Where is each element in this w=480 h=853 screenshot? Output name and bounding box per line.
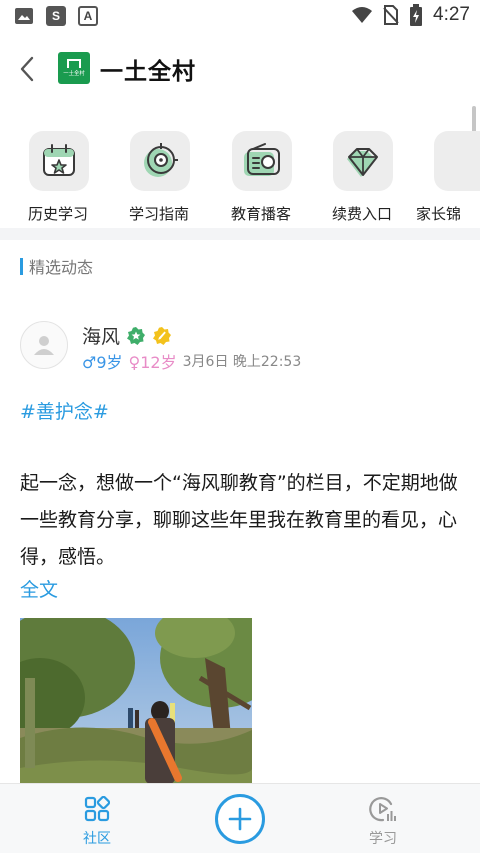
radio-icon <box>244 143 280 176</box>
clock-time: 4:27 <box>433 4 470 25</box>
quick-item-label: 学习指南 <box>128 205 189 223</box>
logo-text: 一土全村 <box>63 70 85 77</box>
section-divider <box>0 228 480 240</box>
app-header: 一土全村 一土全村 <box>0 34 480 106</box>
nav-learn-label: 学习 <box>369 831 397 847</box>
quick-item-podcast[interactable]: 教育播客 <box>216 131 306 226</box>
battery-icon <box>410 4 423 26</box>
read-more-link[interactable]: 全文 <box>20 575 58 602</box>
status-left-icons: S A <box>14 6 98 26</box>
quick-item-label: 家长锦 <box>416 205 462 223</box>
section-accent-bar <box>20 257 23 275</box>
gallery-icon <box>15 8 33 24</box>
nav-learn[interactable]: 学习 <box>358 794 408 848</box>
quick-item-history[interactable]: 历史学习 <box>13 131 103 226</box>
quick-item-parent-tips[interactable]: 家长锦 <box>416 131 480 226</box>
author-name[interactable]: 海风 <box>82 322 120 349</box>
wifi-icon <box>352 7 373 23</box>
section-title: 精选动态 <box>29 258 94 277</box>
post-hashtag[interactable]: #善护念# <box>20 397 109 424</box>
quick-item-label: 教育播客 <box>230 205 291 223</box>
quick-item-renewal[interactable]: 续费入口 <box>317 131 407 226</box>
a-app-icon: A <box>78 6 98 26</box>
author-row: 海风 <box>82 322 172 349</box>
member-badge-icon <box>153 326 172 345</box>
quick-icon-box <box>29 131 89 191</box>
child-age-male: ♂9岁 <box>82 353 123 372</box>
add-post-button[interactable] <box>215 794 265 844</box>
post-image[interactable] <box>20 618 252 784</box>
back-button[interactable] <box>12 52 42 86</box>
quick-icon-box <box>130 131 190 191</box>
outdoor-photo-image <box>20 618 252 784</box>
post-date: 3月6日 晚上22:53 <box>182 354 302 370</box>
post-meta: ♂9岁 ♀12岁 3月6日 晚上22:53 <box>82 349 301 373</box>
child-age-female: ♀12岁 <box>128 353 177 372</box>
status-bar: S A 4:27 <box>0 0 480 34</box>
diamond-icon <box>347 148 378 177</box>
app-logo: 一土全村 <box>58 52 90 84</box>
quick-icon-box <box>232 131 292 191</box>
nav-community-label: 社区 <box>83 831 111 847</box>
target-icon <box>144 143 178 177</box>
chevron-left-icon <box>20 56 34 82</box>
grid-icon <box>84 796 110 822</box>
play-learn-icon <box>369 797 396 822</box>
verified-badge-icon <box>127 326 146 345</box>
calendar-star-icon <box>43 144 75 176</box>
plus-icon <box>228 807 252 831</box>
no-sim-icon <box>383 5 399 25</box>
avatar[interactable] <box>20 321 68 369</box>
page-title: 一土全村 <box>100 59 196 85</box>
s-app-icon: S <box>46 6 66 26</box>
logo-mark-icon <box>67 59 81 68</box>
quick-nav: 历史学习 学习指南 教育播客 续费入口 家长锦 <box>0 106 480 228</box>
post-body: 起一念，想做一个“海风聊教育”的栏目，不定期地做一些教育分享，聊聊这些年里我在教… <box>20 472 458 568</box>
section-header: 精选动态 <box>20 256 94 277</box>
person-icon <box>34 336 54 355</box>
quick-icon-box <box>333 131 393 191</box>
quick-item-guide[interactable]: 学习指南 <box>114 131 204 226</box>
parent-tips-icon <box>434 131 480 191</box>
status-right: 4:27 <box>351 4 470 26</box>
quick-item-label: 续费入口 <box>331 205 392 223</box>
quick-item-label: 历史学习 <box>27 205 88 223</box>
bottom-nav: 社区 学习 <box>0 783 480 853</box>
nav-community[interactable]: 社区 <box>72 794 122 848</box>
